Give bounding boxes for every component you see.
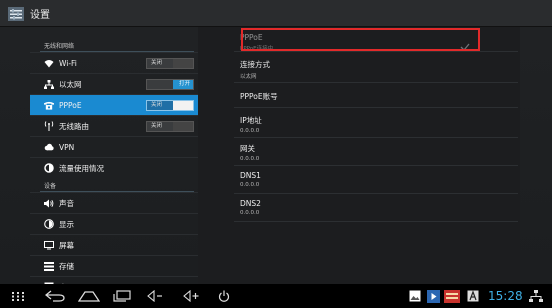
home-icon[interactable] [78, 288, 100, 304]
sidebar-item-label: PPPoE [59, 100, 82, 110]
row-subtitle: 0.0.0.0 [240, 182, 260, 188]
row-divider [234, 221, 518, 222]
settings-sidebar: 无线和网络 Wi-Fi 关闭 以太网 打开 PPPoE 关闭 无线路由 关闭 V… [30, 27, 198, 292]
settings-main: 无线和网络 Wi-Fi 关闭 以太网 打开 PPPoE 关闭 无线路由 关闭 V… [0, 27, 552, 292]
row-divider [234, 165, 518, 166]
highlight-box [241, 28, 480, 51]
section-header-wireless: 无线和网络 [44, 43, 75, 50]
row-divider [234, 82, 518, 83]
sidebar-item-label: 无线路由 [59, 121, 89, 131]
storage-icon [44, 261, 54, 271]
sidebar-item-screen[interactable]: 屏幕 [30, 234, 198, 255]
row-divider [234, 51, 518, 52]
speaker-icon [44, 198, 54, 208]
pppoe-detail-pane: PPPoE PPPoE连接中... 连接方式 以太网 PPPoE账号 IP地址 … [198, 27, 520, 284]
volume-down-icon[interactable] [146, 288, 164, 304]
sidebar-item-storage[interactable]: 存储 [30, 255, 198, 276]
sidebar-item-wifi[interactable]: Wi-Fi 关闭 [30, 52, 198, 73]
row-subtitle: 0.0.0.0 [240, 156, 260, 162]
sidebar-item-label: 流量使用情况 [59, 163, 104, 173]
recent-apps-icon[interactable] [112, 288, 132, 304]
toggle-state: 打开 [178, 81, 190, 87]
sidebar-item-label: 存储 [59, 261, 74, 271]
apps-grid-icon[interactable] [10, 288, 26, 304]
sidebar-item-label: 声音 [59, 198, 74, 208]
row-subtitle: 0.0.0.0 [240, 128, 260, 134]
settings-app-icon [8, 6, 24, 21]
sidebar-item-pppoe[interactable]: PPPoE 关闭 [30, 94, 198, 115]
gateway-row[interactable]: 网关 0.0.0.0 [240, 143, 520, 162]
sidebar-item-vpn[interactable]: VPN [30, 136, 198, 157]
toggle-state: 关闭 [151, 123, 163, 129]
wifi-toggle[interactable]: 关闭 [146, 58, 194, 69]
toggle-knob [173, 122, 193, 131]
wireless-router-toggle[interactable]: 关闭 [146, 121, 194, 132]
ethernet-status-icon [528, 288, 544, 304]
monitor-icon [44, 240, 54, 250]
row-subtitle: 0.0.0.0 [240, 210, 260, 216]
row-divider [234, 137, 518, 138]
volume-up-icon[interactable] [182, 288, 200, 304]
sidebar-item-label: VPN [59, 142, 75, 152]
section-header-device: 设备 [44, 183, 57, 190]
wifi-icon [44, 58, 54, 68]
sidebar-item-sound[interactable]: 声音 [30, 192, 198, 213]
pppoe-toggle[interactable]: 关闭 [146, 100, 194, 111]
row-title: 网关 [240, 144, 255, 153]
photo-icon[interactable] [408, 288, 422, 304]
row-title: PPPoE账号 [240, 92, 278, 101]
dns1-row[interactable]: DNS1 0.0.0.0 [240, 171, 520, 188]
media-player-icon[interactable] [426, 288, 440, 304]
text-app-icon[interactable] [466, 288, 480, 304]
cloud-icon [44, 142, 54, 152]
back-icon[interactable] [44, 288, 66, 304]
antenna-icon [44, 121, 54, 131]
toggle-knob [173, 59, 193, 68]
sidebar-item-data-usage[interactable]: 流量使用情况 [30, 157, 198, 178]
row-divider [234, 107, 518, 108]
sidebar-item-wireless-router[interactable]: 无线路由 关闭 [30, 115, 198, 136]
sidebar-item-label: 以太网 [59, 79, 82, 89]
ethernet-icon [44, 79, 54, 89]
sidebar-item-label: 屏幕 [59, 240, 74, 250]
phone-icon [44, 100, 54, 110]
row-title: 连接方式 [240, 60, 270, 69]
row-title: IP地址 [240, 116, 262, 125]
pppoe-account-row[interactable]: PPPoE账号 [240, 91, 520, 102]
app-badge-icon[interactable] [443, 288, 460, 304]
data-usage-icon [44, 163, 54, 173]
sidebar-item-ethernet[interactable]: 以太网 打开 [30, 73, 198, 94]
toggle-state: 关闭 [151, 60, 163, 66]
sidebar-item-display[interactable]: 显示 [30, 213, 198, 234]
row-title: DNS2 [240, 199, 261, 208]
row-title: DNS1 [240, 171, 261, 180]
system-navigation-bar: 15:28 [0, 284, 552, 308]
power-icon[interactable] [216, 288, 232, 304]
display-icon [44, 219, 54, 229]
ethernet-toggle[interactable]: 打开 [146, 79, 194, 90]
row-divider [234, 193, 518, 194]
clock: 15:28 [488, 289, 523, 303]
dns2-row[interactable]: DNS2 0.0.0.0 [240, 199, 520, 216]
connection-method-row[interactable]: 连接方式 以太网 [240, 59, 520, 80]
row-subtitle: 以太网 [240, 74, 257, 80]
toggle-state: 关闭 [151, 102, 163, 108]
title-bar: 设置 [0, 0, 552, 27]
toggle-knob [173, 101, 193, 110]
app-title: 设置 [30, 9, 50, 21]
ip-address-row[interactable]: IP地址 0.0.0.0 [240, 115, 520, 134]
sidebar-item-label: Wi-Fi [59, 58, 77, 68]
sidebar-item-label: 显示 [59, 219, 74, 229]
